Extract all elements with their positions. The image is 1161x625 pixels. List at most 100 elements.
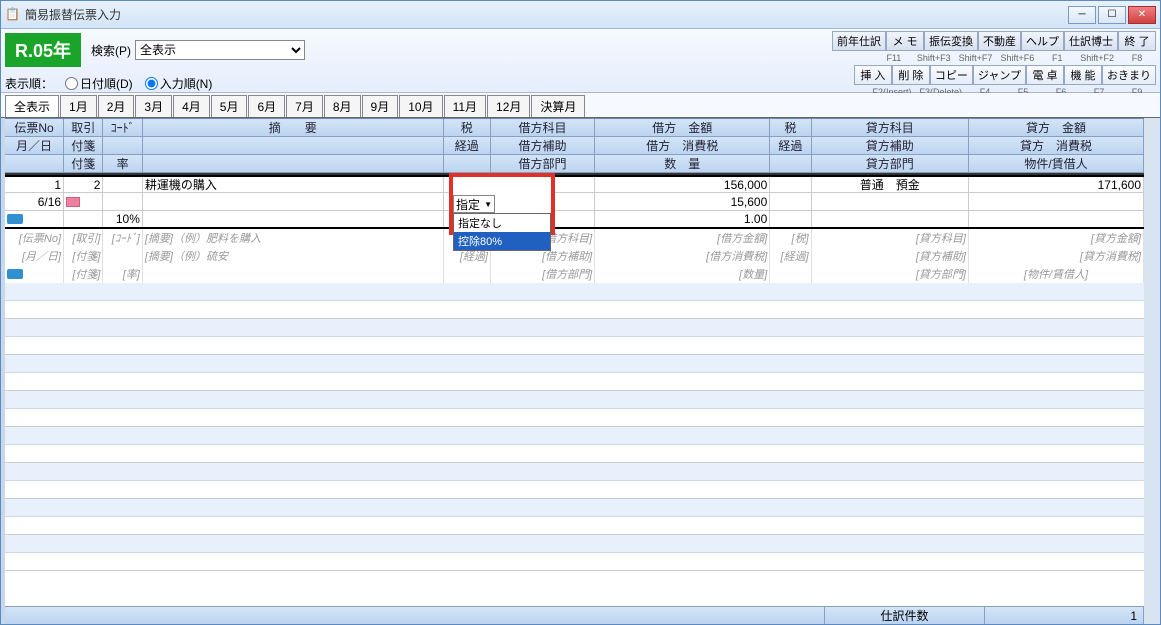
toolbar-btn-5[interactable]: 機 能 xyxy=(1064,65,1102,85)
maximize-button[interactable]: ☐ xyxy=(1098,6,1126,24)
month-tab-11月[interactable]: 11月 xyxy=(444,95,486,117)
title-bar: 📋 簡易振替伝票入力 ─ ☐ ✕ xyxy=(1,1,1160,29)
cell-qty[interactable]: 1.00 xyxy=(595,211,770,227)
toolbar-btn-6[interactable]: 終 了 xyxy=(1118,31,1156,51)
toolbar-btn-0[interactable]: 挿 入 xyxy=(854,65,892,85)
toolbar-btn-4[interactable]: 電 卓 xyxy=(1026,65,1064,85)
cell-date[interactable]: 6/16 xyxy=(5,193,64,210)
header-r1-crsub: 貸方科目 xyxy=(812,119,969,137)
toolbar-btn-0[interactable]: 前年仕訳 xyxy=(832,31,886,51)
minimize-button[interactable]: ─ xyxy=(1068,6,1096,24)
toolbar-btn-2[interactable]: 振伝変換 xyxy=(924,31,978,51)
placeholder-row: [伝票No] [取引] [ｺｰﾄﾞ] [摘要]（例）肥料を購入 [税] [借方科… xyxy=(5,229,1144,247)
toolbar-btn-1[interactable]: メ モ xyxy=(886,31,924,51)
toolbar-btn-4: F1 xyxy=(1038,52,1076,64)
month-tab-7月[interactable]: 7月 xyxy=(286,95,323,117)
dropdown-option-80[interactable]: 控除80% xyxy=(454,232,550,250)
month-tab-12月[interactable]: 12月 xyxy=(487,95,530,117)
toolbar-btn-6[interactable]: おきまり xyxy=(1102,65,1156,85)
header-r3-dramt: 数 量 xyxy=(595,155,770,173)
month-tab-2月[interactable]: 2月 xyxy=(98,95,135,117)
empty-row xyxy=(5,355,1144,373)
entry-count-label: 仕訳件数 xyxy=(825,607,985,624)
entry-count: 1 xyxy=(985,607,1144,624)
dropdown-option-none[interactable]: 指定なし xyxy=(454,214,550,232)
vertical-scrollbar[interactable]: ▲ ▼ xyxy=(1144,118,1160,606)
header-r1-trans: 取引 xyxy=(64,119,103,137)
month-tab-10月[interactable]: 10月 xyxy=(399,95,442,117)
cell-dr-amount[interactable]: 156,000 xyxy=(595,177,770,192)
month-tab-3月[interactable]: 3月 xyxy=(135,95,172,117)
header-r2-dramt: 借方 消費税 xyxy=(595,137,770,155)
month-tab-8月[interactable]: 8月 xyxy=(324,95,361,117)
cell-cr-subject[interactable]: 普通 預金 xyxy=(812,177,969,192)
toolbar-btn-5[interactable]: 仕訳博士 xyxy=(1064,31,1118,51)
header-r1-drsub: 借方科目 xyxy=(491,119,595,137)
toolbar-btn-5: Shift+F2 xyxy=(1076,52,1118,64)
month-tab-5月[interactable]: 5月 xyxy=(211,95,248,117)
empty-row xyxy=(5,463,1144,481)
cell-code[interactable] xyxy=(103,177,142,192)
cell-trans[interactable]: 2 xyxy=(64,177,103,192)
header-r2-tax2: 経過 xyxy=(770,137,811,155)
header-r3-crsub: 貸方部門 xyxy=(812,155,969,173)
empty-row xyxy=(5,481,1144,499)
empty-row xyxy=(5,553,1144,571)
month-tab-6月[interactable]: 6月 xyxy=(248,95,285,117)
toolbar-btn-2: Shift+F7 xyxy=(955,52,997,64)
month-tab-9月[interactable]: 9月 xyxy=(362,95,399,117)
header-r1-tax: 税 xyxy=(444,119,491,137)
header-r3-drsub: 借方部門 xyxy=(491,155,595,173)
cell-cr-amount[interactable]: 171,600 xyxy=(969,177,1144,192)
dropdown-select[interactable]: 指定▼ xyxy=(453,195,495,213)
sort-input[interactable]: 入力順(N) xyxy=(145,75,213,92)
header-r3-slip xyxy=(5,155,64,173)
toolbar-btn-1[interactable]: 削 除 xyxy=(892,65,930,85)
tag-icon xyxy=(66,197,80,207)
header-r3-code: 率 xyxy=(103,155,142,173)
header-r2-cramt: 貸方 消費税 xyxy=(969,137,1144,155)
elapsed-dropdown[interactable]: 指定▼ 指定なし 控除80% xyxy=(449,173,555,235)
toolbar-btn-3[interactable]: ジャンプ xyxy=(973,65,1026,85)
empty-row xyxy=(5,427,1144,445)
header-r2-tax: 経過 xyxy=(444,137,491,155)
toolbar-btn-4[interactable]: ヘルプ xyxy=(1021,31,1064,51)
cell-dr-tax[interactable]: 15,600 xyxy=(595,193,770,210)
empty-row xyxy=(5,445,1144,463)
month-tab-4月[interactable]: 4月 xyxy=(173,95,210,117)
app-icon: 📋 xyxy=(5,7,21,23)
empty-row xyxy=(5,301,1144,319)
header-r1-slip: 伝票No xyxy=(5,119,64,137)
month-tab-決算月[interactable]: 決算月 xyxy=(531,95,585,117)
cell-rate[interactable]: 10% xyxy=(103,211,142,227)
empty-row xyxy=(5,337,1144,355)
empty-row xyxy=(5,517,1144,535)
close-button[interactable]: ✕ xyxy=(1128,6,1156,24)
header-r1-desc: 摘 要 xyxy=(143,119,444,137)
toolbar-btn-2[interactable]: コピー xyxy=(930,65,973,85)
cell-slip-no[interactable]: 1 xyxy=(5,177,64,192)
header-r3-desc xyxy=(143,155,444,173)
window-title: 簡易振替伝票入力 xyxy=(25,6,1068,23)
toolbar-btn-3: Shift+F6 xyxy=(996,52,1038,64)
month-tab-全表示[interactable]: 全表示 xyxy=(5,95,59,117)
search-label: 検索(P) xyxy=(91,42,131,59)
toolbar-btn-0: F11 xyxy=(875,52,913,64)
sort-date[interactable]: 日付順(D) xyxy=(65,75,133,92)
month-tab-1月[interactable]: 1月 xyxy=(60,95,97,117)
cell-desc[interactable]: 耕運機の購入 xyxy=(143,177,444,192)
cell-tag[interactable] xyxy=(64,193,103,210)
search-select[interactable]: 全表示 xyxy=(135,40,305,60)
header-r1-cramt: 貸方 金額 xyxy=(969,119,1144,137)
toolbar-btn-3[interactable]: 不動産 xyxy=(978,31,1021,51)
book-icon xyxy=(7,269,23,279)
book-icon xyxy=(7,214,23,224)
empty-row xyxy=(5,409,1144,427)
sort-label: 表示順： xyxy=(5,75,53,92)
cell-tax2[interactable] xyxy=(770,177,811,192)
header-r1-tax2: 税 xyxy=(770,119,811,137)
toolbar-btn-1: Shift+F3 xyxy=(913,52,955,64)
header-r2-slip: 月／日 xyxy=(5,137,64,155)
empty-row xyxy=(5,535,1144,553)
cell-book[interactable] xyxy=(5,211,64,227)
